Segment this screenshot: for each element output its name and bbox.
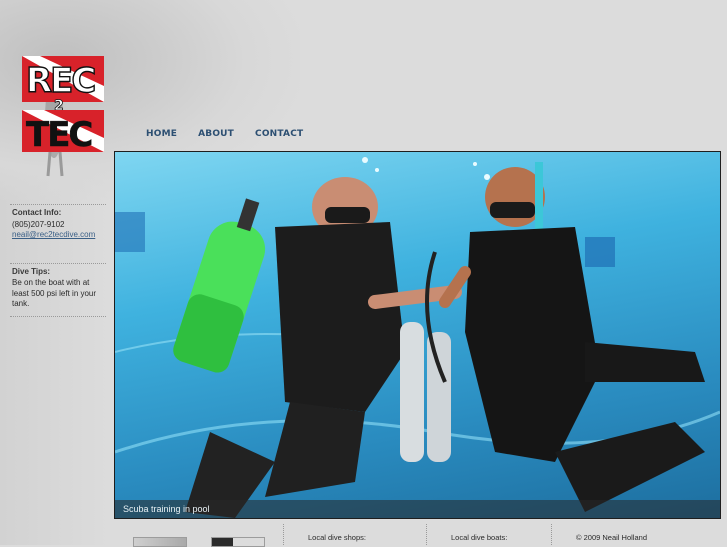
dive-boats-label: Local dive boats: bbox=[451, 533, 508, 542]
dive-tip-text: Be on the boat with at least 500 psi lef… bbox=[12, 278, 97, 308]
dive-tips-block: Dive Tips: Be on the boat with at least … bbox=[10, 262, 106, 316]
nav-about[interactable]: About bbox=[198, 129, 234, 139]
footer-boats-column: Local dive boats: bbox=[426, 524, 507, 545]
footer-copyright-column: © 2009 Neail Holland bbox=[551, 524, 647, 545]
footer-shops-column: Local dive shops: bbox=[283, 524, 366, 545]
scuba-divers-illustration bbox=[115, 157, 720, 518]
contact-info-title: Contact Info: bbox=[12, 208, 62, 217]
sidebar: Contact Info: (805)207-9102 neail@rec2te… bbox=[10, 204, 106, 317]
site-logo[interactable]: REC 2 TEC bbox=[14, 48, 110, 184]
copyright-text: © 2009 Neail Holland bbox=[576, 533, 647, 542]
dive-shops-label: Local dive shops: bbox=[308, 533, 366, 542]
footer-thumbnail-2[interactable] bbox=[211, 537, 265, 547]
svg-text:TEC: TEC bbox=[26, 115, 91, 155]
contact-email-link[interactable]: neail@rec2tecdive.com bbox=[12, 230, 104, 241]
footer-thumbnail-1[interactable] bbox=[133, 537, 187, 547]
contact-phone: (805)207-9102 bbox=[12, 219, 65, 229]
sidebar-divider bbox=[10, 315, 106, 317]
dive-tips-title: Dive Tips: bbox=[12, 266, 51, 276]
hero-caption: Scuba training in pool bbox=[123, 504, 210, 514]
footer: Local dive shops: Local dive boats: © 20… bbox=[114, 524, 727, 547]
contact-info-block: Contact Info: (805)207-9102 neail@rec2te… bbox=[10, 204, 106, 247]
nav-contact[interactable]: Contact bbox=[255, 129, 303, 139]
svg-text:REC: REC bbox=[26, 61, 94, 101]
main-nav: Home About Contact bbox=[146, 129, 324, 139]
rec2tec-logo-icon: REC 2 TEC bbox=[22, 56, 104, 177]
nav-home[interactable]: Home bbox=[146, 129, 177, 139]
hero-image: Scuba training in pool bbox=[114, 151, 721, 519]
